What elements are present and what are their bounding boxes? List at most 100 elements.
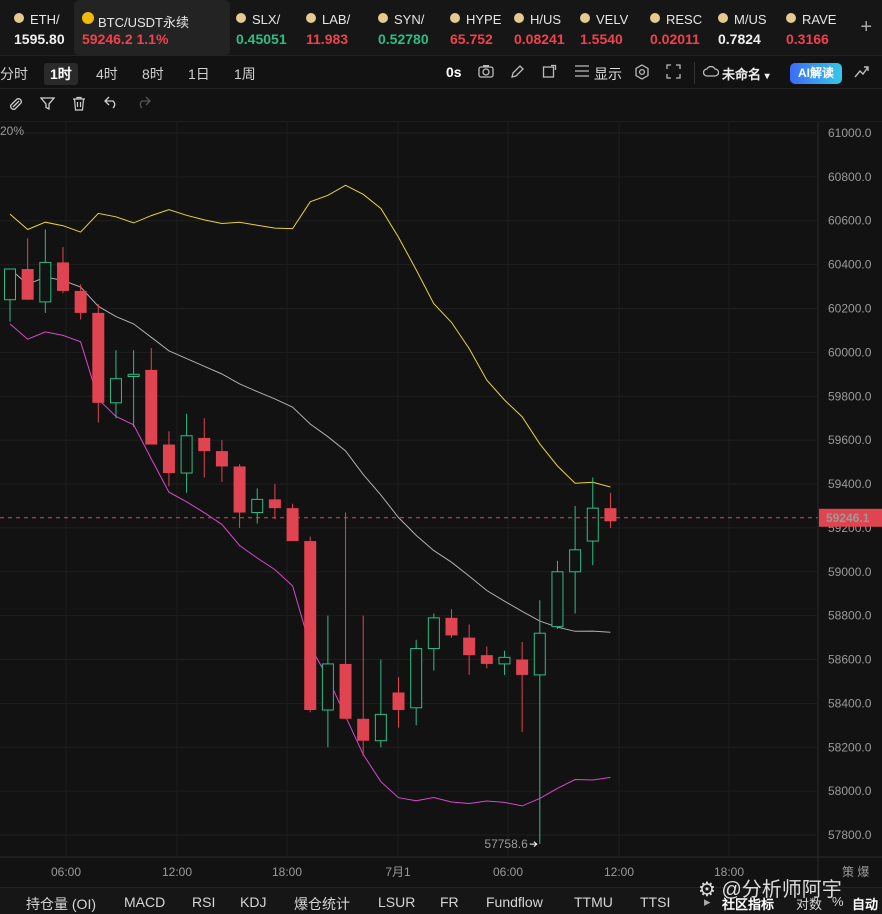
price-tick-label: 59400.0 (828, 477, 872, 491)
ticker-tab[interactable]: HYPE 65.752 (448, 0, 508, 56)
ticker-tab[interactable]: RAVE 0.3166 (784, 0, 864, 56)
candle (569, 505, 582, 614)
display-label[interactable]: 显示 (594, 64, 622, 84)
redo-icon[interactable] (136, 96, 151, 113)
add-symbol-icon[interactable]: + (860, 16, 872, 39)
candles (4, 229, 617, 844)
chevron-down-icon: ▾ (764, 71, 770, 82)
candle (127, 350, 140, 427)
candle-body (569, 549, 582, 573)
interval-tab[interactable]: 分时 (0, 63, 34, 85)
ticker-price: 0.52780 (378, 31, 429, 47)
ticker-price: 65.752 (450, 31, 493, 47)
candle-body (392, 692, 405, 710)
candle-body (321, 663, 334, 711)
coin-icon (378, 13, 388, 23)
interval-tab[interactable]: 4时 (90, 63, 124, 85)
ticker-tab[interactable]: LAB/11.983 (304, 0, 372, 56)
share-window-icon[interactable] (542, 64, 557, 82)
candle-body (251, 498, 264, 514)
candle (480, 646, 493, 669)
indicator-tab[interactable]: 爆仓统计 (294, 894, 350, 914)
indicator-tab[interactable]: KDJ (240, 894, 266, 910)
ticker-price: 0.45051 (236, 31, 287, 47)
candle-body (427, 617, 440, 650)
gear-icon[interactable] (634, 64, 650, 83)
candle (604, 492, 617, 528)
coin-icon (718, 13, 728, 23)
indicator-tab[interactable]: TTMU (574, 894, 613, 910)
template-selector[interactable]: 未命名 ▾ (722, 64, 770, 83)
trend-share-icon[interactable] (854, 64, 870, 82)
candle (56, 247, 69, 294)
price-tick-label: 60200.0 (828, 301, 872, 315)
coin-icon (650, 13, 660, 23)
trash-icon[interactable] (72, 96, 86, 115)
camera-icon[interactable] (478, 64, 494, 81)
watermark: ⚙ @分析师阿宇 (698, 879, 842, 901)
ticker-symbol: ETH/ (30, 12, 60, 27)
indicator-tab[interactable]: FR (440, 894, 459, 910)
bollinger-bands (9, 184, 611, 807)
time-tick-label: 12:00 (604, 865, 634, 879)
chart-overlays: 20% 59246.1 57758.6 (0, 124, 882, 851)
ticker-tab[interactable]: M/US 0.7824 (716, 0, 780, 56)
interval-tab[interactable]: 1周 (228, 63, 262, 85)
indicator-tab[interactable]: RSI (192, 894, 215, 910)
auto-scale-toggle[interactable]: 自动 (852, 894, 878, 913)
magnet-icon[interactable] (8, 96, 24, 116)
filter-icon[interactable] (39, 96, 56, 115)
ticker-symbol: VELV (596, 12, 629, 27)
indicator-tab[interactable]: TTSI (640, 894, 670, 910)
candle-body (463, 637, 476, 656)
ticker-symbol: RESC (666, 12, 703, 27)
indicator-tab[interactable]: LSUR (378, 894, 415, 910)
ticker-symbol: H/US (530, 12, 562, 27)
candle-body (162, 444, 175, 474)
interval-tab[interactable]: 8时 (136, 63, 170, 85)
ticker-tab[interactable]: H/US 0.08241 (512, 0, 574, 56)
price-tick-label: 61000.0 (828, 126, 872, 140)
candle-body (339, 663, 352, 719)
candle-body (233, 466, 246, 513)
ticker-tab[interactable]: SYN/0.52780 (376, 0, 444, 56)
interval-tab[interactable]: 1时 (44, 63, 78, 85)
candle (268, 484, 281, 520)
candle (109, 350, 122, 419)
candle (162, 431, 175, 487)
interval-tab[interactable]: 1日 (182, 63, 216, 85)
ticker-price: 0.7824 (718, 31, 761, 47)
candle-body (357, 718, 370, 741)
candlestick-chart[interactable]: 61000.0 60800.0 60600.0 60400.0 60200.0 60000… (0, 122, 882, 887)
indicator-tab[interactable]: MACD (124, 894, 165, 910)
candle-body (551, 571, 564, 628)
edit-icon[interactable] (510, 64, 525, 82)
time-tick-label: 7月1 (385, 865, 411, 879)
ticker-symbol: RAVE (802, 12, 837, 27)
ticker-tab[interactable]: VELV 1.5540 (578, 0, 644, 56)
time-tick-label: 18:00 (272, 865, 302, 879)
ticker-price: 1595.80 (14, 31, 65, 47)
display-settings-icon[interactable] (574, 64, 590, 81)
candle (533, 600, 546, 844)
ticker-tab[interactable]: RESC 0.02011 (648, 0, 712, 56)
fullscreen-icon[interactable] (666, 64, 681, 82)
candle-body (215, 451, 228, 467)
time-tick-label: 06:00 (51, 865, 81, 879)
ticker-tab[interactable]: ETH/1595.80 (12, 0, 72, 56)
price-tick-label: 58400.0 (828, 696, 872, 710)
interval-toolbar: 分时 1时 4时 8时 1日 1周 0s 显示 未命名 ▾ AI解读 (0, 57, 882, 89)
candle (215, 440, 228, 482)
candle (286, 503, 299, 542)
indicator-tab[interactable]: Fundflow (486, 894, 543, 910)
cloud-icon (702, 64, 720, 80)
ai-interpret-button[interactable]: AI解读 (790, 63, 842, 84)
candle-body (374, 713, 387, 742)
candle (4, 268, 16, 322)
ticker-tab[interactable]: SLX/0.45051 (234, 0, 300, 56)
indicator-tab[interactable]: 持仓量 (OI) (26, 894, 96, 914)
undo-icon[interactable] (104, 96, 119, 113)
ticker-tab[interactable]: BTC/USDT永续 59246.2 1.1% (74, 0, 230, 56)
price-tick-label: 60000.0 (828, 345, 872, 359)
drawing-toolbar (0, 90, 882, 122)
